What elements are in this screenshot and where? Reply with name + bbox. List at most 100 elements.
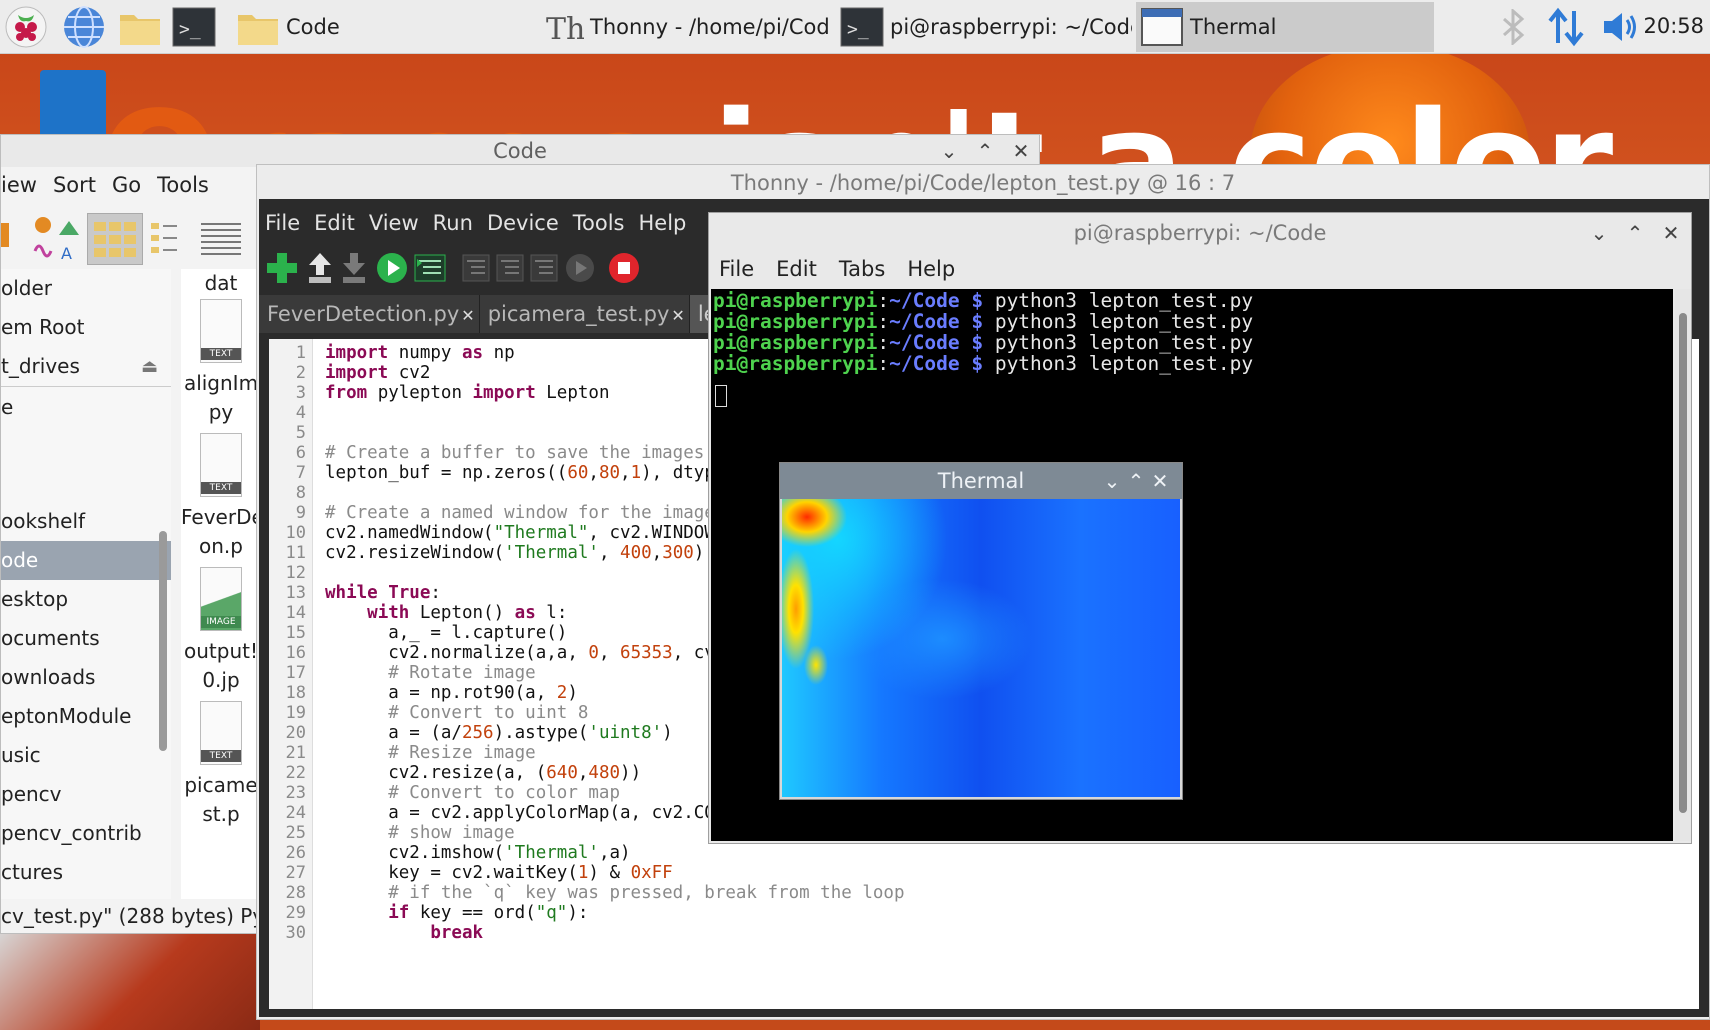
step-into-icon[interactable] (495, 251, 525, 285)
maximize-icon[interactable]: ⌃ (1126, 463, 1150, 499)
close-icon[interactable]: ✕ (1009, 139, 1033, 163)
icon-view-button[interactable] (87, 213, 143, 265)
bluetooth-icon[interactable] (1498, 9, 1528, 45)
line-number: 6 (295, 443, 306, 463)
file-item[interactable]: TEXT alignIm py (181, 299, 261, 427)
file-item[interactable]: TEXT FeverDe on.p (181, 433, 261, 561)
sidebar-item-opencv[interactable]: pencv (1, 775, 171, 814)
compact-view-icon[interactable] (149, 217, 189, 261)
file-item[interactable]: dat (181, 269, 261, 298)
menu-sort[interactable]: Sort (53, 173, 96, 207)
line-number-gutter: 1 2 3 4 5 6 7 8 9 10 11 12 13 14 15 16 17 18 19 20 21 22 23 24 2… (269, 339, 313, 1009)
maximize-icon[interactable]: ⌃ (973, 139, 997, 163)
resume-icon[interactable] (563, 251, 597, 285)
step-out-icon[interactable] (529, 251, 559, 285)
file-item[interactable]: TEXT picame st.p (181, 701, 261, 829)
code-line: import cv2 (325, 363, 431, 383)
clock[interactable]: 20:58 (1643, 14, 1704, 38)
scrollbar-thumb[interactable] (1679, 313, 1687, 813)
task-thonny[interactable]: Th Thonny - /home/pi/Cod... (536, 2, 832, 52)
task-file-manager[interactable]: Code (232, 2, 532, 52)
raspberry-menu-icon[interactable] (4, 5, 48, 49)
file-label: picame st.p (184, 773, 258, 826)
menu-tools[interactable]: Tools (573, 211, 625, 235)
open-file-icon[interactable] (305, 251, 335, 285)
menu-run[interactable]: Run (433, 211, 473, 235)
sidebar-item-documents[interactable]: ocuments (1, 619, 171, 658)
stop-icon[interactable] (607, 251, 641, 285)
tab-picamera-test[interactable]: picamera_test.py ✕ (479, 295, 690, 333)
task-thermal[interactable]: Thermal (1136, 2, 1434, 52)
sidebar-item-desktop[interactable]: esktop (1, 580, 171, 619)
forward-icon[interactable] (1, 215, 11, 255)
code-line: from pylepton import Lepton (325, 383, 610, 403)
menu-view[interactable]: View (369, 211, 419, 235)
tab-close-icon[interactable]: ✕ (461, 306, 474, 325)
line-number: 28 (285, 883, 306, 903)
menu-file[interactable]: File (719, 257, 754, 281)
menu-go[interactable]: Go (112, 173, 141, 207)
wallpaper-photo (0, 929, 260, 1030)
menu-help[interactable]: Help (639, 211, 687, 235)
task-terminal[interactable]: >_ pi@raspberrypi: ~/Code (836, 2, 1132, 52)
tab-feverdetection[interactable]: FeverDetection.py ✕ (259, 295, 480, 333)
sidebar-item-opencv-contrib[interactable]: pencv_contrib (1, 814, 171, 853)
maximize-icon[interactable]: ⌃ (1623, 221, 1647, 245)
sidebar-item-filesystem-root[interactable]: em Root (1, 308, 171, 347)
line-number: 23 (285, 783, 306, 803)
step-over-icon[interactable] (461, 251, 491, 285)
menu-edit[interactable]: Edit (314, 211, 355, 235)
sidebar-item-home[interactable]: e (1, 388, 171, 427)
eject-icon[interactable]: ⏏ (141, 347, 158, 386)
sidebar-item-code[interactable]: ode (1, 541, 171, 580)
minimize-icon[interactable]: ⌄ (1587, 221, 1611, 245)
menu-view[interactable]: iew (1, 173, 37, 207)
code-line: a = np.rot90(a, 2) (325, 683, 578, 703)
line-number: 5 (295, 423, 306, 443)
file-label: dat (204, 271, 238, 295)
sidebar-scrollbar[interactable] (159, 531, 167, 751)
line-number: 16 (285, 643, 306, 663)
sidebar-item-folder[interactable]: older (1, 269, 171, 308)
minimize-icon[interactable]: ⌄ (937, 139, 961, 163)
list-view-icon[interactable] (197, 217, 247, 261)
menu-edit[interactable]: Edit (776, 257, 817, 281)
menu-file[interactable]: File (265, 211, 300, 235)
terminal-icon: >_ (840, 7, 884, 47)
file-manager-icon[interactable] (118, 5, 162, 49)
svg-text:>_: >_ (847, 19, 869, 40)
web-browser-icon[interactable] (62, 5, 106, 49)
menu-device[interactable]: Device (487, 211, 559, 235)
sidebar-item-leptonmodule[interactable]: eptonModule (1, 697, 171, 736)
terminal-launcher-icon[interactable]: >_ (172, 5, 216, 49)
sidebar-item-mounted-drives[interactable]: t_drives ⏏ (1, 347, 171, 386)
line-number: 7 (295, 463, 306, 483)
network-icon[interactable] (1546, 7, 1586, 47)
line-number: 8 (295, 483, 306, 503)
terminal-scrollbar[interactable] (1675, 289, 1691, 841)
menu-help[interactable]: Help (907, 257, 955, 281)
debug-icon[interactable] (413, 251, 447, 285)
sidebar-item-music[interactable]: usic (1, 736, 171, 775)
sidebar-item-bookshelf[interactable]: ookshelf (1, 502, 171, 541)
terminal-line: pi@raspberrypi:~/Code $ python3 lepton_t… (713, 310, 1254, 333)
run-icon[interactable] (375, 251, 409, 285)
save-file-icon[interactable] (339, 251, 369, 285)
file-item[interactable]: IMAGE output! 0.jp (181, 567, 261, 695)
media-view-icon[interactable]: A (31, 215, 81, 261)
close-icon[interactable]: ✕ (1150, 463, 1174, 499)
line-number: 26 (285, 843, 306, 863)
sidebar-item-blank (1, 466, 171, 502)
volume-icon[interactable] (1600, 9, 1640, 45)
line-number: 18 (285, 683, 306, 703)
menu-tools[interactable]: Tools (157, 173, 209, 207)
new-file-icon[interactable] (265, 251, 299, 285)
sidebar-item-downloads[interactable]: ownloads (1, 658, 171, 697)
sidebar-item-pictures[interactable]: ctures (1, 853, 171, 892)
close-icon[interactable]: ✕ (1659, 221, 1683, 245)
tab-close-icon[interactable]: ✕ (671, 306, 684, 325)
menu-tabs[interactable]: Tabs (839, 257, 886, 281)
code-line: import numpy as np (325, 343, 515, 363)
minimize-icon[interactable]: ⌄ (1102, 463, 1126, 499)
terminal-cursor (715, 385, 727, 407)
